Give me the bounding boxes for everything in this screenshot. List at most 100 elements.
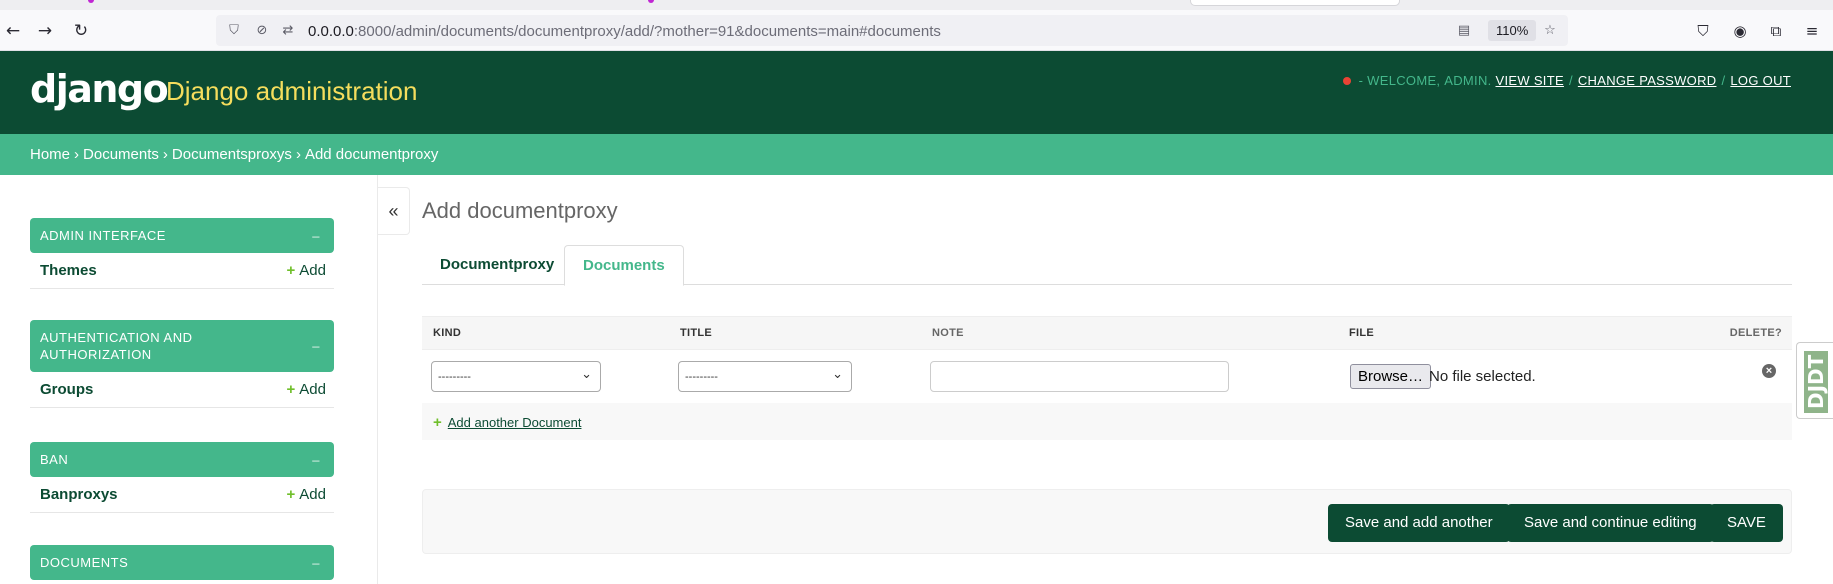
save-and-add-another-button[interactable]: Save and add another [1328, 504, 1510, 542]
browser-toolbar: ← → ↻ ⛉ ⊘ ⇄ 0.0.0.0:8000/admin/documents… [0, 10, 1833, 51]
admin-header: django Django administration - Welcome, … [0, 51, 1833, 134]
delete-icon[interactable]: × [1762, 364, 1776, 378]
collapse-icon[interactable]: – [312, 338, 320, 355]
note-input[interactable] [930, 361, 1229, 392]
change-password-link[interactable]: Change password [1578, 73, 1717, 88]
column-header-file: File [1349, 327, 1375, 339]
module-documents: Documents – [30, 545, 334, 580]
kind-select[interactable]: --------- ⌄ [431, 361, 601, 392]
url-text[interactable]: 0.0.0.0:8000/admin/documents/documentpro… [308, 23, 941, 40]
page-title: Add documentproxy [422, 198, 618, 223]
account-icon[interactable]: ◉ [1731, 22, 1749, 40]
breadcrumb-current: Add documentproxy [304, 146, 439, 163]
add-groups-link[interactable]: + Add [287, 381, 326, 398]
module-caption-label: Authentication and Authorization [40, 330, 193, 362]
toggle-sidebar-button[interactable]: « [378, 187, 410, 235]
sidebar-item-groups: Groups + Add [30, 372, 334, 408]
chevron-down-icon: ⌄ [581, 367, 592, 382]
module-ban: Ban – Banproxys + Add [30, 442, 334, 513]
module-caption-label: Ban [40, 452, 69, 467]
zoom-indicator[interactable]: 110% [1488, 20, 1537, 41]
url-path: :8000/admin/documents/documentproxy/add/… [353, 23, 941, 40]
bookmark-star-icon[interactable]: ☆ [1542, 22, 1558, 38]
file-status-text: No file selected. [1429, 368, 1536, 385]
pocket-icon[interactable]: ⛉ [1694, 22, 1712, 40]
view-site-link[interactable]: View site [1496, 73, 1564, 88]
separator: / [1721, 73, 1726, 88]
breadcrumb-separator: › [295, 146, 301, 163]
tab-documents[interactable]: Documents [564, 245, 684, 286]
model-link-groups[interactable]: Groups [40, 381, 93, 398]
add-banproxys-link[interactable]: + Add [287, 486, 326, 503]
save-button[interactable]: SAVE [1710, 504, 1783, 542]
plus-icon: + [286, 486, 296, 503]
collapse-icon[interactable]: – [312, 227, 320, 244]
add-another-document-link[interactable]: + Add another Document [433, 414, 581, 431]
nav-sidebar: Admin interface – Themes + Add Authentica… [0, 175, 378, 584]
django-logo[interactable]: django [30, 67, 169, 111]
tab-indicator [648, 0, 654, 3]
site-name[interactable]: Django administration [166, 76, 417, 107]
plus-icon: + [286, 262, 296, 279]
breadcrumb-documents[interactable]: Documents [83, 146, 159, 163]
model-link-banproxys[interactable]: Banproxys [40, 486, 118, 503]
log-out-link[interactable]: Log out [1730, 73, 1791, 88]
address-bar[interactable]: ⛉ ⊘ ⇄ 0.0.0.0:8000/admin/documents/docum… [216, 15, 1568, 46]
title-select[interactable]: --------- ⌄ [678, 361, 852, 392]
add-label: Add [299, 381, 326, 398]
column-header-note: Note [932, 327, 964, 339]
tab-bar: Documentproxy Documents [422, 245, 1792, 286]
module-caption[interactable]: Documents – [30, 545, 334, 580]
add-themes-link[interactable]: + Add [287, 262, 326, 279]
extensions-icon[interactable]: ⧉ [1767, 22, 1785, 40]
reload-icon[interactable]: ↻ [68, 18, 94, 44]
breadcrumb-separator: › [74, 146, 80, 163]
collapse-icon[interactable]: – [312, 451, 320, 468]
url-host: 0.0.0.0 [308, 23, 354, 40]
shield-icon[interactable]: ⛉ [226, 22, 242, 38]
module-admin-interface: Admin interface – Themes + Add [30, 218, 334, 289]
welcome-text: - Welcome, [1358, 73, 1441, 88]
add-row: + Add another Document [422, 403, 1792, 440]
username: admin. [1444, 73, 1492, 88]
inline-form-row: --------- ⌄ --------- ⌄ Browse… No file … [422, 350, 1792, 403]
title-select-value: --------- [685, 371, 718, 383]
file-browse-button[interactable]: Browse… [1350, 364, 1432, 389]
module-caption[interactable]: Ban – [30, 442, 334, 477]
add-another-label: Add another Document [447, 415, 582, 430]
chevron-down-icon: ⌄ [832, 367, 843, 382]
add-label: Add [299, 486, 326, 503]
debug-toolbar-handle[interactable]: DJDT [1796, 342, 1833, 419]
save-and-continue-button[interactable]: Save and continue editing [1507, 504, 1714, 542]
menu-icon[interactable]: ≡ [1803, 22, 1821, 40]
add-label: Add [299, 262, 326, 279]
module-caption[interactable]: Admin interface – [30, 218, 334, 253]
module-caption[interactable]: Authentication and Authorization – [30, 320, 334, 372]
back-icon[interactable]: ← [0, 18, 26, 44]
reader-view-icon[interactable]: ▤ [1456, 22, 1472, 38]
breadcrumb-home[interactable]: Home [30, 146, 70, 163]
sidebar-item-themes: Themes + Add [30, 253, 334, 289]
inline-header-row: Kind Title Note File Delete? [422, 316, 1792, 350]
status-dot-icon [1342, 76, 1351, 85]
breadcrumb: Home › Documents › Documentsproxys › Add docum… [0, 134, 1833, 175]
plus-icon: + [433, 414, 442, 431]
plus-icon: + [286, 381, 296, 398]
no-tracking-icon[interactable]: ⊘ [254, 22, 270, 38]
submit-row: Save and add another Save and continue e… [422, 489, 1792, 554]
breadcrumb-documentsproxys[interactable]: Documentsproxys [172, 146, 292, 163]
tab-documentproxy[interactable]: Documentproxy [422, 245, 572, 286]
forward-icon[interactable]: → [32, 18, 58, 44]
column-header-kind: Kind [433, 327, 462, 339]
separator: / [1568, 73, 1573, 88]
debug-toolbar-label: DJDT [1804, 351, 1828, 413]
breadcrumb-separator: › [162, 146, 168, 163]
module-caption-label: Admin interface [40, 228, 166, 243]
module-authentication: Authentication and Authorization – Group… [30, 320, 334, 408]
column-header-delete: Delete? [1729, 327, 1782, 339]
active-browser-tab[interactable] [1190, 0, 1400, 6]
collapse-icon[interactable]: – [312, 554, 320, 571]
permissions-icon[interactable]: ⇄ [280, 22, 296, 38]
model-link-themes[interactable]: Themes [40, 262, 97, 279]
documents-inline-group: Kind Title Note File Delete? --------- ⌄… [422, 316, 1792, 440]
